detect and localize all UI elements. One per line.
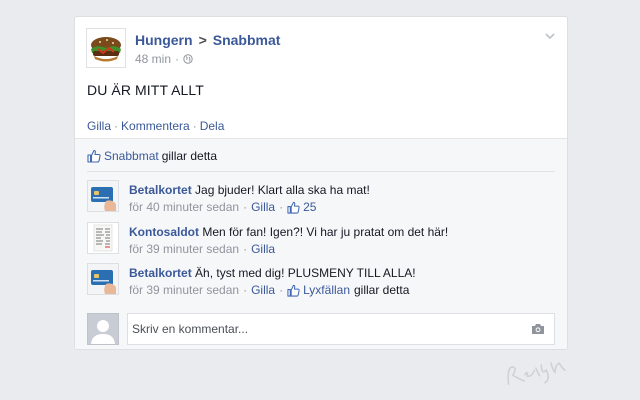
globe-icon[interactable] (183, 54, 193, 64)
comment-author-link[interactable]: Betalkortet (129, 183, 192, 197)
page-avatar[interactable] (86, 28, 126, 68)
camera-icon[interactable] (531, 323, 545, 335)
comment-text: Jag bjuder! Klart alla ska ha mat! (195, 183, 370, 197)
comments-section: Snabbmat gillar detta Betalkortet Jag bj… (75, 138, 567, 349)
thumbs-up-icon (87, 149, 101, 163)
comment-like-count[interactable]: 25 (287, 199, 316, 215)
comment-author-link[interactable]: Kontosaldot (129, 225, 199, 239)
likes-summary: Snabbmat gillar detta (87, 149, 217, 163)
comment-timestamp[interactable]: för 40 minuter sedan (129, 199, 239, 215)
signature-watermark (507, 362, 566, 386)
credit-card-image (88, 264, 118, 294)
liked-by-name: Lyxfällan (303, 283, 350, 297)
meta-dot: · (243, 242, 248, 256)
like-count-value: 25 (303, 200, 317, 214)
credit-card-image (88, 181, 118, 211)
thumbs-up-icon (287, 284, 300, 297)
comment-avatar[interactable] (87, 222, 119, 254)
post-text: DU ÄR MITT ALLT (87, 82, 204, 98)
comment-input[interactable] (128, 314, 554, 344)
comment-composer (87, 313, 555, 345)
comment-button[interactable]: Kommentera (121, 119, 190, 133)
chevron-down-icon[interactable] (545, 31, 555, 41)
default-avatar-icon (88, 314, 118, 344)
arrow-separator: > (198, 32, 207, 48)
comment-timestamp[interactable]: för 39 minuter sedan (129, 282, 239, 298)
meta-dot: · (243, 200, 248, 214)
comment-text: Men för fan! Igen?! Vi har ju pratat om … (202, 225, 449, 239)
action-dot: · (114, 119, 119, 133)
liked-by-link[interactable]: Lyxfällan (287, 282, 350, 298)
burger-image (91, 37, 121, 62)
comment-item: Kontosaldot Men för fan! Igen?! Vi har j… (87, 222, 555, 257)
like-button[interactable]: Gilla (87, 119, 111, 133)
share-button[interactable]: Dela (200, 119, 225, 133)
user-avatar[interactable] (87, 313, 119, 345)
comment-avatar[interactable] (87, 263, 119, 295)
comment-item: Betalkortet Jag bjuder! Klart alla ska h… (87, 180, 555, 215)
comment-author-link[interactable]: Betalkortet (129, 266, 192, 280)
post-timestamp[interactable]: 48 min (135, 52, 171, 66)
post-header: Hungern > Snabbmat 48 min · (86, 28, 280, 70)
meta-dot: · (279, 283, 284, 297)
post-author-link[interactable]: Hungern (135, 32, 193, 48)
meta-dot: · (175, 52, 180, 66)
thumbs-up-icon (287, 201, 300, 214)
comment-avatar[interactable] (87, 180, 119, 212)
meta-dot: · (279, 200, 284, 214)
meta-dot: · (243, 283, 248, 297)
divider (87, 171, 555, 172)
action-dot: · (192, 119, 197, 133)
post-actions: Gilla · Kommentera · Dela (87, 119, 224, 133)
post-target-link[interactable]: Snabbmat (213, 32, 281, 48)
receipt-image (88, 223, 118, 253)
comment-like-button[interactable]: Gilla (251, 199, 275, 215)
comment-text: Äh, tyst med dig! PLUSMENY TILL ALLA! (195, 266, 416, 280)
post-card: Hungern > Snabbmat 48 min · DU ÄR MITT ALL… (74, 16, 568, 350)
liked-by-text: gillar detta (354, 283, 410, 297)
comment-like-button[interactable]: Gilla (251, 241, 275, 257)
likes-text: gillar detta (161, 149, 218, 163)
comment-input-box (127, 313, 555, 345)
likes-name-link[interactable]: Snabbmat (104, 149, 159, 163)
comment-timestamp[interactable]: för 39 minuter sedan (129, 241, 239, 257)
comment-like-button[interactable]: Gilla (251, 282, 275, 298)
comment-item: Betalkortet Äh, tyst med dig! PLUSMENY T… (87, 263, 555, 298)
